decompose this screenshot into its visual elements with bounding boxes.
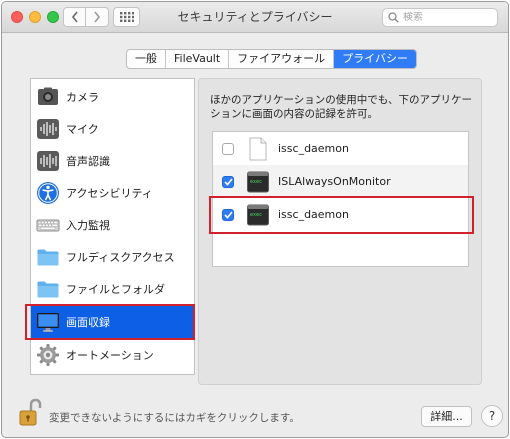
- sidebar-item-camera[interactable]: カメラ: [31, 81, 194, 113]
- keyboard-icon: [36, 219, 60, 232]
- camera-icon: [38, 87, 58, 105]
- gear-icon: [37, 344, 59, 366]
- display-icon: [37, 313, 59, 332]
- microphone-icon: [37, 119, 59, 139]
- app-checkbox[interactable]: [222, 175, 234, 188]
- sidebar-item-label: 入力監視: [66, 219, 110, 232]
- app-checkbox[interactable]: [222, 208, 234, 221]
- app-row-issc-daemon-2[interactable]: exec issc_daemon: [213, 198, 468, 231]
- checkmark-icon: [223, 210, 233, 219]
- search-icon: [388, 12, 399, 23]
- accessibility-icon: [37, 182, 59, 204]
- tab-privacy[interactable]: プライバシー: [334, 50, 416, 68]
- chevron-left-icon: [71, 11, 78, 23]
- svg-text:exec: exec: [250, 212, 262, 218]
- search-field[interactable]: [382, 8, 498, 27]
- folder-icon: [37, 249, 59, 266]
- terminal-icon: exec: [247, 204, 269, 225]
- speech-recognition-icon: [37, 151, 59, 171]
- sidebar-item-label: 画面収録: [66, 316, 110, 329]
- privacy-category-list: カメラ マイク 音声認識 アクセシビリティ 入力監視 フルディスクアクセス ファ…: [30, 78, 195, 375]
- sidebar-item-input-monitoring[interactable]: 入力監視: [31, 209, 194, 241]
- sidebar-item-full-disk-access[interactable]: フルディスクアクセス: [31, 241, 194, 273]
- tab-bar: 一般 FileVault ファイアウォール プライバシー: [126, 49, 417, 69]
- sidebar-item-speech-recognition[interactable]: 音声認識: [31, 145, 194, 177]
- sidebar-item-label: アクセシビリティ: [66, 187, 153, 200]
- sidebar-item-label: ファイルとフォルダ: [66, 283, 165, 296]
- forward-button[interactable]: [86, 7, 109, 27]
- app-row-islalwaysonmonitor[interactable]: exec ISLAlwaysOnMonitor: [213, 165, 468, 198]
- terminal-icon: exec: [247, 171, 269, 192]
- title-bar: セキュリティとプライバシー: [2, 2, 508, 33]
- search-input[interactable]: [403, 12, 493, 23]
- chevron-right-icon: [94, 11, 101, 23]
- app-name: ISLAlwaysOnMonitor: [278, 175, 391, 188]
- app-name: issc_daemon: [278, 208, 349, 221]
- app-list: issc_daemon exec ISLAlwaysOnMonitor exec…: [212, 131, 469, 267]
- app-checkbox[interactable]: [222, 142, 234, 155]
- minimize-button[interactable]: [29, 11, 41, 23]
- sidebar-item-label: フルディスクアクセス: [66, 251, 175, 264]
- app-name: issc_daemon: [278, 142, 349, 155]
- grid-icon: [119, 12, 134, 22]
- back-button[interactable]: [63, 7, 86, 27]
- svg-text:exec: exec: [250, 179, 262, 185]
- preferences-window: セキュリティとプライバシー 一般 FileVault ファイアウォール プライバ…: [1, 1, 509, 438]
- sidebar-item-files-and-folders[interactable]: ファイルとフォルダ: [31, 273, 194, 305]
- lock-hint-text: 変更できないようにするにはカギをクリックします。: [49, 412, 300, 424]
- close-button[interactable]: [11, 11, 23, 23]
- zoom-button[interactable]: [47, 11, 59, 23]
- panel-description: ほかのアプリケーションの使用中でも、下のアプリケーションに画面の内容の記録を許可…: [210, 94, 472, 120]
- help-button[interactable]: ?: [481, 405, 503, 427]
- tab-general[interactable]: 一般: [127, 50, 166, 68]
- app-row-issc-daemon-1[interactable]: issc_daemon: [213, 132, 468, 165]
- sidebar-item-automation[interactable]: オートメーション: [31, 339, 194, 371]
- show-all-button[interactable]: [113, 7, 140, 27]
- folder-icon: [37, 281, 59, 298]
- checkmark-icon: [223, 177, 233, 186]
- screen-recording-panel: ほかのアプリケーションの使用中でも、下のアプリケーションに画面の内容の記録を許可…: [198, 78, 482, 385]
- sidebar-item-label: 音声認識: [66, 155, 110, 168]
- tab-filevault[interactable]: FileVault: [166, 50, 230, 68]
- sidebar-item-label: マイク: [66, 123, 99, 136]
- sidebar-item-screen-recording[interactable]: 画面収録: [31, 306, 194, 338]
- details-button[interactable]: 詳細...: [421, 406, 472, 427]
- document-icon: [249, 137, 267, 160]
- tab-firewall[interactable]: ファイアウォール: [229, 50, 335, 68]
- unlocked-padlock-icon[interactable]: [18, 398, 42, 428]
- sidebar-item-accessibility[interactable]: アクセシビリティ: [31, 177, 194, 209]
- sidebar-item-label: カメラ: [66, 91, 99, 104]
- sidebar-item-microphone[interactable]: マイク: [31, 113, 194, 145]
- sidebar-item-label: オートメーション: [66, 349, 154, 362]
